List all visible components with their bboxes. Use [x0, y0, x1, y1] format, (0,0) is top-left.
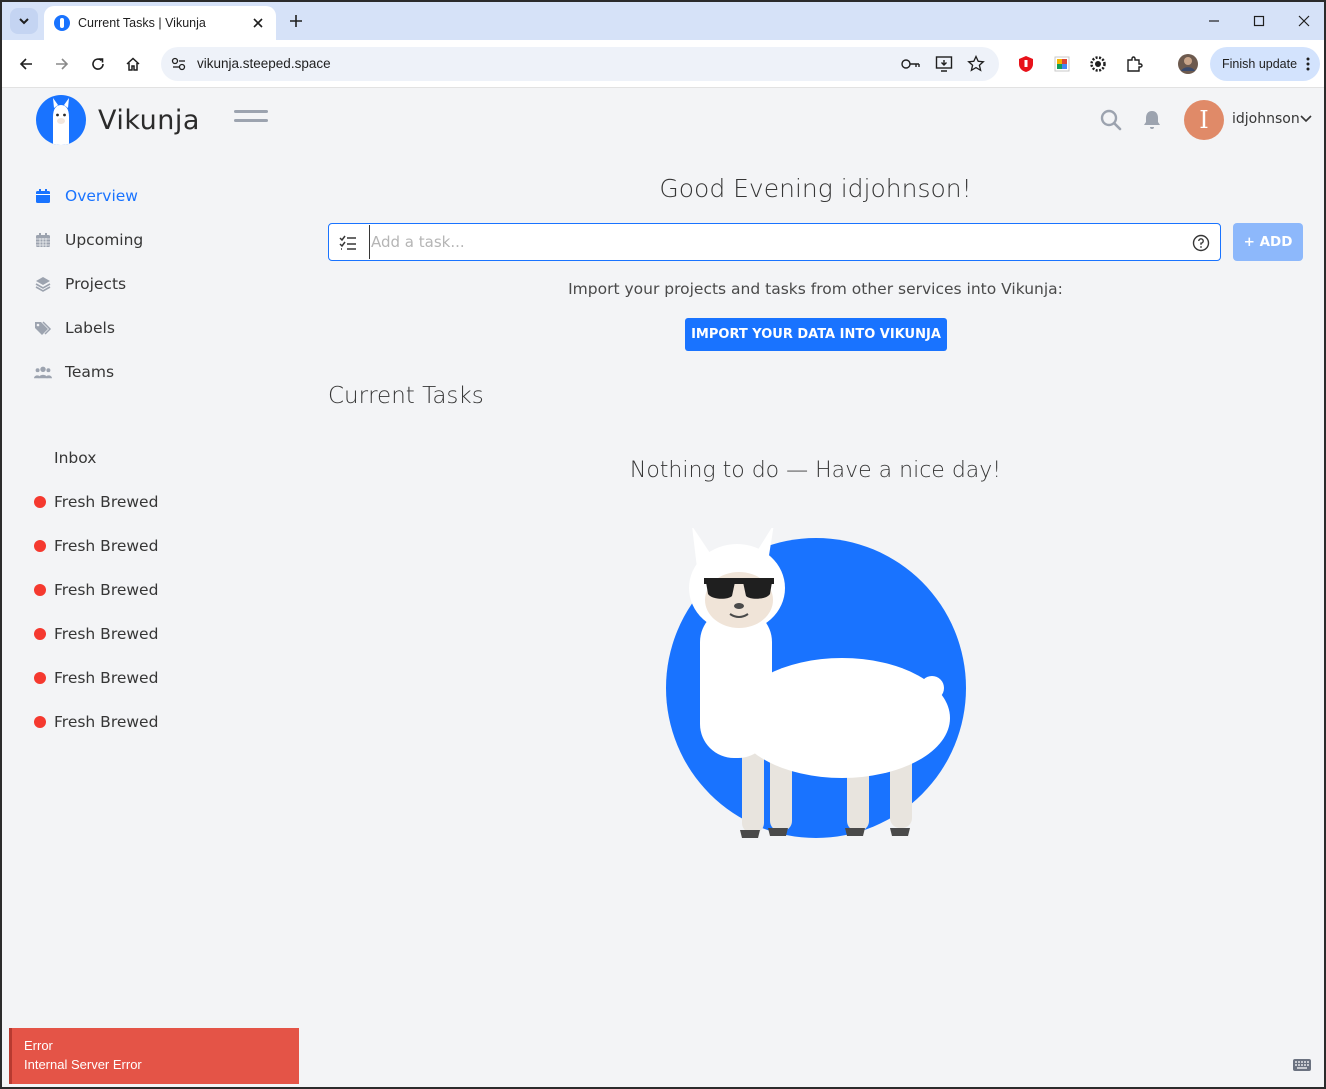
error-toast[interactable]: Error Internal Server Error	[9, 1028, 299, 1084]
extensions-puzzle-icon[interactable]	[1122, 52, 1146, 76]
project-label: Fresh Brewed	[54, 669, 159, 687]
empty-state-message: Nothing to do — Have a nice day!	[629, 458, 1002, 483]
project-color-dot	[34, 540, 46, 552]
tab-title: Current Tasks | Vikunja	[78, 16, 206, 30]
sidebar-item-label: Projects	[65, 275, 127, 293]
maximize-icon[interactable]	[1245, 8, 1273, 34]
username[interactable]: idjohnson	[1232, 111, 1300, 127]
users-icon	[34, 363, 52, 381]
sidebar-item-label: Overview	[65, 187, 138, 205]
address-bar[interactable]: vikunja.steeped.space	[161, 47, 999, 81]
greeting-heading: Good Evening idjohnson!	[659, 174, 972, 203]
layers-icon	[34, 275, 52, 293]
toast-message: Internal Server Error	[24, 1057, 142, 1072]
project-color-dot	[34, 584, 46, 596]
sidebar-item-projects[interactable]: Projects	[34, 262, 294, 306]
tab-strip: Current Tasks | Vikunja	[2, 2, 1324, 40]
keyboard-shortcuts-icon[interactable]	[1292, 1058, 1312, 1072]
tab-current-tasks[interactable]: Current Tasks | Vikunja	[44, 6, 276, 40]
browser-toolbar: vikunja.steeped.space Finish update	[2, 40, 1324, 88]
sidebar-item-teams[interactable]: Teams	[34, 350, 294, 394]
close-window-icon[interactable]	[1290, 8, 1318, 34]
browser-window: Current Tasks | Vikunja vikunja.steeped.…	[0, 0, 1326, 1089]
sidebar-item-overview[interactable]: Overview	[34, 174, 294, 218]
notifications-bell-icon[interactable]	[1142, 109, 1162, 131]
bookmark-star-icon[interactable]	[967, 55, 985, 73]
project-color-dot	[34, 716, 46, 728]
import-data-button[interactable]: IMPORT YOUR DATA INTO VIKUNJA	[685, 318, 947, 351]
close-tab-icon[interactable]	[248, 13, 268, 33]
password-key-icon[interactable]	[901, 57, 921, 71]
add-task-field[interactable]	[328, 223, 1221, 261]
minimize-icon[interactable]	[1200, 8, 1228, 34]
project-item[interactable]: Fresh Brewed	[34, 480, 294, 524]
reload-icon[interactable]	[86, 52, 110, 76]
sidebar-nav: Overview Upcoming Projects Labels Teams	[34, 174, 294, 394]
install-app-icon[interactable]	[935, 55, 953, 73]
project-label: Fresh Brewed	[54, 537, 159, 555]
project-label: Fresh Brewed	[54, 713, 159, 731]
current-tasks-heading: Current Tasks	[328, 383, 484, 409]
calendar-grid-icon	[34, 231, 52, 249]
vikunja-logo[interactable]: Vikunja	[36, 94, 200, 146]
search-icon[interactable]	[1100, 109, 1122, 131]
project-label: Fresh Brewed	[54, 581, 159, 599]
url-text: vikunja.steeped.space	[197, 56, 331, 71]
more-vertical-icon	[1306, 57, 1310, 71]
calendar-icon	[34, 187, 52, 205]
user-avatar[interactable]: I	[1184, 100, 1224, 140]
ublock-extension-icon[interactable]	[1014, 52, 1038, 76]
menu-toggle-hamburger-icon[interactable]	[234, 110, 268, 130]
project-color-dot	[34, 628, 46, 640]
project-item[interactable]: Fresh Brewed	[34, 612, 294, 656]
add-task-input[interactable]	[369, 225, 1169, 259]
new-tab-plus-icon[interactable]	[285, 10, 307, 32]
color-picker-extension-icon[interactable]	[1050, 52, 1074, 76]
sidebar-item-label: Teams	[65, 363, 115, 381]
cool-llama-illustration	[666, 528, 966, 838]
site-settings-icon[interactable]	[171, 57, 187, 71]
gear-extension-icon[interactable]	[1086, 52, 1110, 76]
toast-title: Error	[24, 1038, 53, 1053]
sidebar-item-label: Upcoming	[65, 231, 144, 249]
help-circle-icon[interactable]	[1192, 234, 1210, 252]
project-label: Inbox	[54, 449, 97, 467]
home-icon[interactable]	[121, 52, 145, 76]
chevron-down-icon[interactable]	[1300, 114, 1312, 124]
tab-search-button[interactable]	[10, 8, 38, 34]
project-item[interactable]: Fresh Brewed	[34, 656, 294, 700]
project-item[interactable]: Fresh Brewed	[34, 700, 294, 744]
sidebar-item-label: Labels	[65, 319, 115, 337]
project-color-dot	[34, 672, 46, 684]
import-description: Import your projects and tasks from othe…	[568, 280, 1063, 298]
sidebar-item-labels[interactable]: Labels	[34, 306, 294, 350]
project-item-inbox[interactable]: Inbox	[34, 436, 294, 480]
add-task-button[interactable]: + ADD	[1233, 223, 1303, 261]
sidebar-item-upcoming[interactable]: Upcoming	[34, 218, 294, 262]
project-label: Fresh Brewed	[54, 625, 159, 643]
finish-update-button[interactable]: Finish update	[1210, 47, 1320, 81]
vikunja-favicon-icon	[54, 15, 70, 31]
project-item[interactable]: Fresh Brewed	[34, 524, 294, 568]
logo-text: Vikunja	[98, 104, 200, 136]
chevron-down-icon	[19, 18, 29, 25]
tags-icon	[34, 319, 52, 337]
forward-arrow-icon[interactable]	[50, 52, 74, 76]
vikunja-app: Vikunja I idjohnson Overview Upcoming Pr…	[2, 88, 1324, 1087]
project-label: Fresh Brewed	[54, 493, 159, 511]
back-arrow-icon[interactable]	[14, 52, 38, 76]
project-item[interactable]: Fresh Brewed	[34, 568, 294, 612]
sidebar-projects: Inbox Fresh Brewed Fresh Brewed Fresh Br…	[34, 436, 294, 744]
finish-update-label: Finish update	[1222, 57, 1298, 71]
task-list-icon	[339, 235, 356, 250]
llama-logo-icon	[36, 95, 86, 145]
project-color-dot	[34, 496, 46, 508]
profile-avatar-icon[interactable]	[1176, 52, 1200, 76]
